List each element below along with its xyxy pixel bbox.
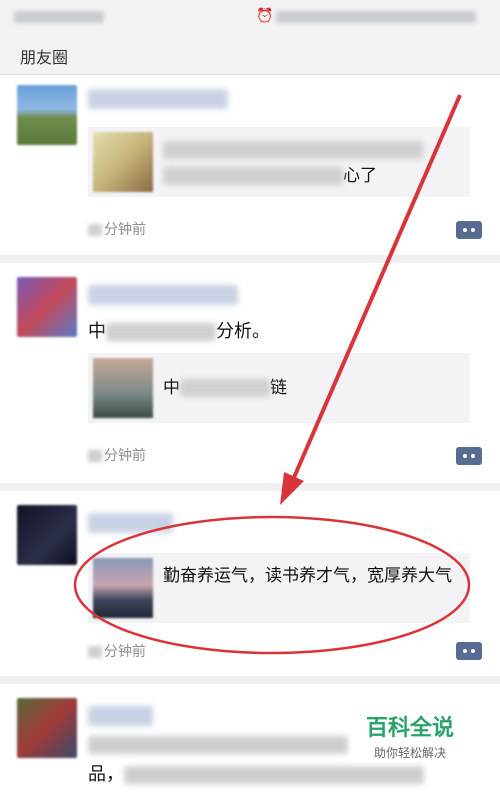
watermark-logo: 百科全说 助你轻松解决 — [350, 706, 470, 762]
watermark-main: 百科全说 — [365, 716, 454, 741]
annotation-arrow-line — [290, 94, 462, 483]
arrow-annotation — [73, 94, 471, 655]
annotation-circle — [73, 515, 471, 655]
watermark-sub: 助你轻松解决 — [373, 746, 446, 760]
annotation-arrow-head — [280, 472, 304, 505]
